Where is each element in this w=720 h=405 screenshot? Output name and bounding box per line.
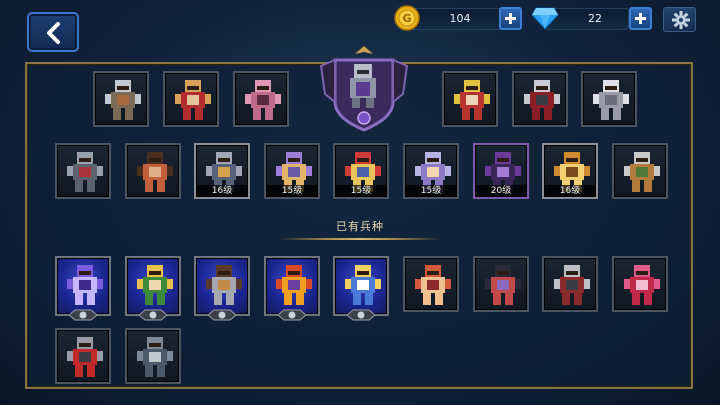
hero-slot[interactable]: 15级 (403, 143, 459, 199)
unit-level-label: 15级 (335, 185, 387, 197)
gem-amount: 22 (588, 12, 602, 25)
back-button[interactable] (27, 12, 79, 52)
owned-unit-slot[interactable] (403, 256, 459, 312)
hero-sprite-icon (624, 265, 660, 305)
hero-sprite-icon (524, 80, 560, 120)
rank-badge-icon (347, 309, 375, 321)
hero-sprite-icon (67, 265, 103, 305)
hero-slot[interactable]: 16级 (194, 143, 250, 199)
hero-sprite-icon (67, 152, 103, 192)
owned-unit-slot[interactable] (55, 328, 111, 384)
hero-sprite-icon (206, 265, 242, 305)
rank-badge-icon (208, 309, 236, 321)
owned-unit-slot[interactable] (612, 256, 668, 312)
hero-sprite-icon (137, 265, 173, 305)
hero-slot[interactable] (125, 143, 181, 199)
hero-sprite-icon (415, 265, 451, 305)
hero-slot[interactable]: 15级 (333, 143, 389, 199)
hero-slot[interactable] (442, 71, 498, 127)
hero-sprite-icon (345, 265, 381, 305)
svg-text:G: G (402, 12, 411, 25)
hero-slot[interactable] (233, 71, 289, 127)
add-gold-button[interactable] (499, 7, 522, 30)
rank-badge-icon (69, 309, 97, 321)
gold-coin-icon: G (394, 5, 420, 31)
hero-sprite-icon (175, 80, 211, 120)
hero-sprite-icon (137, 337, 173, 377)
hero-sprite-icon (485, 265, 521, 305)
owned-unit-slot[interactable] (55, 256, 111, 321)
diamond-icon (531, 7, 559, 30)
hero-sprite-icon (454, 80, 490, 120)
owned-unit-slot[interactable] (194, 256, 250, 321)
hero-sprite-icon (593, 80, 629, 120)
owned-units-title: 已有兵种 (336, 220, 384, 233)
hero-slot[interactable] (93, 71, 149, 127)
hero-slot[interactable]: 15级 (264, 143, 320, 199)
unit-level-label: 20级 (475, 185, 527, 197)
settings-button[interactable] (663, 7, 696, 32)
unit-level-label: 16级 (196, 185, 248, 197)
hero-slot[interactable] (163, 71, 219, 127)
hero-slot[interactable] (55, 143, 111, 199)
gold-amount: 104 (449, 12, 471, 25)
unit-level-label: 15级 (405, 185, 457, 197)
owned-unit-slot[interactable] (264, 256, 320, 321)
featured-hero-crest[interactable] (311, 46, 417, 132)
hero-sprite-icon (624, 152, 660, 192)
chevron-left-icon (47, 22, 60, 44)
owned-unit-slot[interactable] (473, 256, 529, 312)
hero-slot[interactable] (612, 143, 668, 199)
unit-level-label: 15级 (266, 185, 318, 197)
owned-unit-slot[interactable] (542, 256, 598, 312)
owned-unit-slot[interactable] (333, 256, 389, 321)
hero-slot[interactable] (512, 71, 568, 127)
title-divider (278, 238, 442, 240)
hero-sprite-icon (554, 265, 590, 305)
gear-icon (672, 11, 690, 29)
hero-sprite-icon (245, 80, 281, 120)
hero-slot[interactable] (581, 71, 637, 127)
hero-slot[interactable]: 16级 (542, 143, 598, 199)
hero-sprite-icon (137, 152, 173, 192)
owned-unit-slot[interactable] (125, 256, 181, 321)
hero-sprite-icon (105, 80, 141, 120)
owned-unit-slot[interactable] (125, 328, 181, 384)
hero-slot[interactable]: 20级 (473, 143, 529, 199)
rank-badge-icon (278, 309, 306, 321)
add-gems-button[interactable] (629, 7, 652, 30)
hero-sprite-icon (276, 265, 312, 305)
rank-badge-icon (139, 309, 167, 321)
hero-sprite-icon (67, 337, 103, 377)
unit-level-label: 16级 (544, 185, 596, 197)
